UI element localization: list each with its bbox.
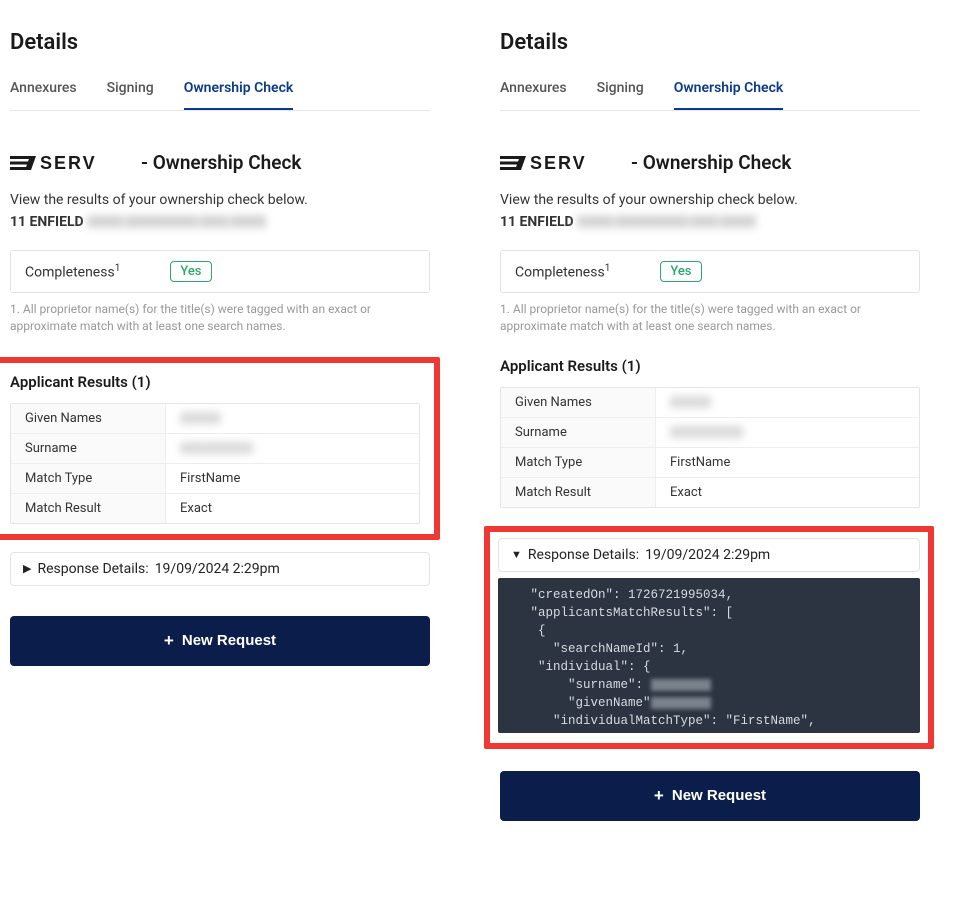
label-given-names: Given Names (11, 404, 166, 433)
label-given-names: Given Names (501, 388, 656, 417)
value-given-names: XXXXX (656, 388, 919, 417)
applicant-heading: Applicant Results (1) (500, 357, 920, 375)
section-header: SERV - Ownership Check (10, 151, 430, 174)
row-match-result: Match Result Exact (501, 478, 919, 507)
redacted-surname (651, 679, 711, 691)
value-match-result: Exact (656, 478, 919, 507)
tab-signing[interactable]: Signing (107, 80, 154, 110)
section-header: SERV - Ownership Check (500, 151, 920, 174)
new-request-label: New Request (182, 632, 276, 649)
response-details-expanded[interactable]: ▼ Response Details: 19/09/2024 2:29pm (498, 538, 920, 572)
label-match-result: Match Result (11, 494, 166, 523)
tab-ownership-check[interactable]: Ownership Check (674, 80, 784, 110)
svg-text:SERV: SERV (530, 153, 587, 173)
label-match-type: Match Type (11, 464, 166, 493)
row-match-type: Match Type FirstName (11, 464, 419, 494)
details-heading: Details (500, 30, 920, 55)
panel-right: Details Annexures Signing Ownership Chec… (500, 30, 920, 821)
serv-logo-icon: SERV (500, 152, 625, 174)
response-label: Response Details: (528, 547, 639, 563)
tab-annexures[interactable]: Annexures (10, 80, 77, 110)
section-title: - Ownership Check (631, 151, 791, 174)
row-match-result: Match Result Exact (11, 494, 419, 523)
row-match-type: Match Type FirstName (501, 448, 919, 478)
highlight-response-details: ▼ Response Details: 19/09/2024 2:29pm "c… (484, 526, 934, 749)
completeness-badge: Yes (660, 261, 701, 282)
results-table: Given Names XXXXX Surname XXXXXXXXX Matc… (10, 403, 420, 524)
completeness-label: Completeness1 (25, 263, 120, 281)
row-given-names: Given Names XXXXX (501, 388, 919, 418)
label-match-type: Match Type (501, 448, 656, 477)
section-description: View the results of your ownership check… (10, 192, 430, 208)
results-table: Given Names XXXXX Surname XXXXXXXXX Matc… (500, 387, 920, 508)
tab-annexures[interactable]: Annexures (500, 80, 567, 110)
response-timestamp: 19/09/2024 2:29pm (645, 547, 770, 563)
completeness-label: Completeness1 (515, 263, 610, 281)
disclosure-down-icon: ▼ (511, 548, 522, 561)
row-given-names: Given Names XXXXX (11, 404, 419, 434)
redacted-given-name (651, 697, 711, 709)
value-given-names: XXXXX (166, 404, 419, 433)
value-match-type: FirstName (166, 464, 419, 493)
completeness-box: Completeness1 Yes (500, 250, 920, 293)
tabs: Annexures Signing Ownership Check (10, 80, 430, 111)
label-match-result: Match Result (501, 478, 656, 507)
new-request-button[interactable]: + New Request (10, 616, 430, 666)
response-label: Response Details: (37, 561, 148, 577)
address-line: 11 ENFIELD XXXX XXXXXXXX XXX XXXX (10, 214, 430, 230)
tab-signing[interactable]: Signing (597, 80, 644, 110)
label-surname: Surname (11, 434, 166, 463)
address-redacted: XXXX XXXXXXXX XXX XXXX (577, 215, 756, 229)
value-surname: XXXXXXXXX (656, 418, 919, 447)
value-match-result: Exact (166, 494, 419, 523)
row-surname: Surname XXXXXXXXX (501, 418, 919, 448)
panel-left: Details Annexures Signing Ownership Chec… (10, 30, 430, 821)
new-request-label: New Request (672, 787, 766, 804)
new-request-button[interactable]: + New Request (500, 771, 920, 821)
completeness-footnote: 1. All proprietor name(s) for the title(… (500, 301, 920, 335)
address-redacted: XXXX XXXXXXXX XXX XXXX (87, 215, 266, 229)
completeness-badge: Yes (170, 261, 211, 282)
address-line: 11 ENFIELD XXXX XXXXXXXX XXX XXXX (500, 214, 920, 230)
highlight-applicant-results: Applicant Results (1) Given Names XXXXX … (0, 357, 440, 540)
tab-ownership-check[interactable]: Ownership Check (184, 80, 294, 110)
completeness-footnote: 1. All proprietor name(s) for the title(… (10, 301, 430, 335)
json-response-code[interactable]: "createdOn": 1726721995034, "applicantsM… (498, 578, 920, 733)
serv-logo-icon: SERV (10, 152, 135, 174)
completeness-box: Completeness1 Yes (10, 250, 430, 293)
response-timestamp: 19/09/2024 2:29pm (155, 561, 280, 577)
details-heading: Details (10, 30, 430, 55)
tabs: Annexures Signing Ownership Check (500, 80, 920, 111)
address-prefix: 11 ENFIELD (500, 214, 574, 230)
applicant-heading: Applicant Results (1) (10, 373, 420, 391)
section-description: View the results of your ownership check… (500, 192, 920, 208)
response-details-collapsed[interactable]: ▶ Response Details: 19/09/2024 2:29pm (10, 552, 430, 586)
row-surname: Surname XXXXXXXXX (11, 434, 419, 464)
svg-text:SERV: SERV (40, 153, 97, 173)
section-title: - Ownership Check (141, 151, 301, 174)
label-surname: Surname (501, 418, 656, 447)
address-prefix: 11 ENFIELD (10, 214, 84, 230)
disclosure-right-icon: ▶ (23, 562, 31, 575)
value-match-type: FirstName (656, 448, 919, 477)
value-surname: XXXXXXXXX (166, 434, 419, 463)
plus-icon: + (654, 786, 664, 806)
plus-icon: + (164, 631, 174, 651)
